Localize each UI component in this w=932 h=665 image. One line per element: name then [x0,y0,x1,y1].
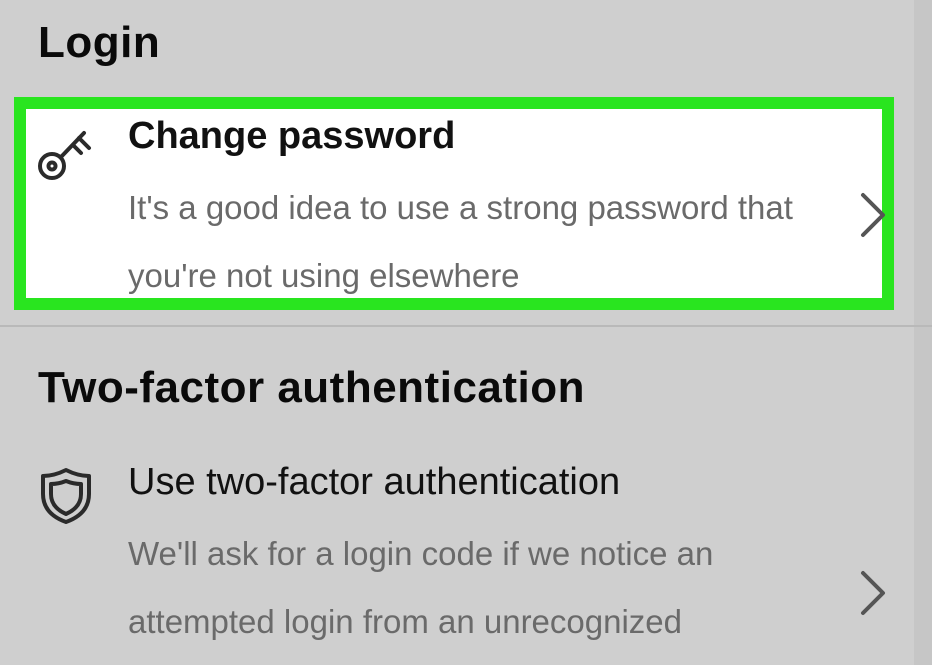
chevron-right-icon[interactable] [858,191,888,239]
key-icon [38,131,91,180]
chevron-right-icon[interactable] [858,569,888,617]
change-password-row[interactable]: Change password It's a good idea to use … [0,97,932,326]
two-factor-row[interactable]: Use two-factor authentication We'll ask … [0,445,932,665]
login-section-title: Login [38,18,161,67]
change-password-title: Change password [128,115,456,157]
section-divider [0,325,932,327]
two-factor-description: We'll ask for a login code if we notice … [128,535,714,640]
two-factor-section-title: Two-factor authentication [38,363,586,412]
change-password-description: It's a good idea to use a strong passwor… [128,189,793,294]
two-factor-title: Use two-factor authentication [128,461,621,503]
shield-icon [41,468,91,524]
